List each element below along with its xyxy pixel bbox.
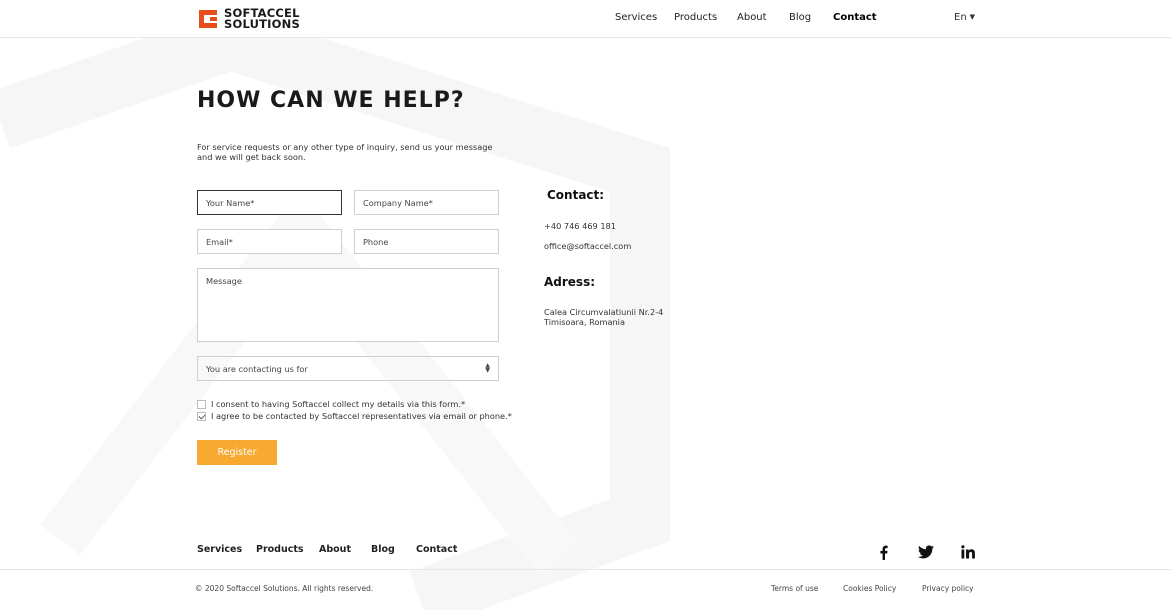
facebook-icon[interactable] <box>879 545 888 564</box>
contact-email[interactable]: office@softaccel.com <box>544 241 631 251</box>
logo-text: SOFTACCEL SOLUTIONS <box>224 7 300 31</box>
contact-phone[interactable]: +40 746 469 181 <box>544 221 616 231</box>
address-heading: Adress: <box>544 275 596 289</box>
footer-divider <box>0 569 1171 570</box>
footer-about[interactable]: About <box>319 544 351 555</box>
address-line-1: Calea Circumvalatiunii Nr.2-4 <box>544 307 664 317</box>
nav-services[interactable]: Services <box>615 12 657 23</box>
page-title: HOW CAN WE HELP? <box>197 88 465 113</box>
footer-services[interactable]: Services <box>197 544 242 555</box>
nav-contact[interactable]: Contact <box>833 12 877 23</box>
phone-field[interactable] <box>354 229 499 254</box>
select-arrows-icon: ▲ ▼ <box>485 362 490 374</box>
consent-label: I consent to having Softaccel collect my… <box>211 399 466 409</box>
nav-products[interactable]: Products <box>674 12 717 23</box>
privacy-link[interactable]: Privacy policy <box>922 584 974 593</box>
site-header: SOFTACCEL SOLUTIONS Services Products Ab… <box>0 0 1171 38</box>
footer-products[interactable]: Products <box>256 544 304 555</box>
agree-label: I agree to be contacted by Softaccel rep… <box>211 411 512 421</box>
softaccel-logo-icon <box>199 9 217 28</box>
consent-row: I consent to having Softaccel collect my… <box>197 399 465 409</box>
nav-about[interactable]: About <box>737 12 767 23</box>
linkedin-icon[interactable] <box>961 545 975 563</box>
agree-checkbox[interactable] <box>197 411 206 421</box>
terms-link[interactable]: Terms of use <box>771 584 818 593</box>
contact-reason-select[interactable]: You are contacting us for ▲ ▼ <box>197 356 499 381</box>
intro-text: For service requests or any other type o… <box>197 142 493 162</box>
name-field[interactable] <box>197 190 342 215</box>
nav-blog[interactable]: Blog <box>789 12 811 23</box>
twitter-icon[interactable] <box>918 545 934 563</box>
language-selector[interactable]: En ▼ <box>954 12 975 23</box>
logo-line-2: SOLUTIONS <box>224 16 300 31</box>
footer-blog[interactable]: Blog <box>371 544 395 555</box>
message-field[interactable] <box>197 268 499 342</box>
company-field[interactable] <box>354 190 499 215</box>
logo[interactable]: SOFTACCEL SOLUTIONS <box>197 7 300 30</box>
address-line-2: Timisoara, Romania <box>544 317 625 327</box>
contact-heading: Contact: <box>547 188 605 202</box>
copyright: © 2020 Softaccel Solutions. All rights r… <box>195 584 374 593</box>
footer-contact[interactable]: Contact <box>416 544 457 555</box>
register-button[interactable]: Register <box>197 440 277 465</box>
background-watermark <box>0 8 670 610</box>
cookies-link[interactable]: Cookies Policy <box>843 584 896 593</box>
language-label: En <box>954 12 967 23</box>
email-field[interactable] <box>197 229 342 254</box>
caret-down-icon: ▼ <box>969 13 976 21</box>
select-value: You are contacting us for <box>206 363 308 374</box>
consent-checkbox[interactable] <box>197 399 206 409</box>
agree-row: I agree to be contacted by Softaccel rep… <box>197 411 512 421</box>
